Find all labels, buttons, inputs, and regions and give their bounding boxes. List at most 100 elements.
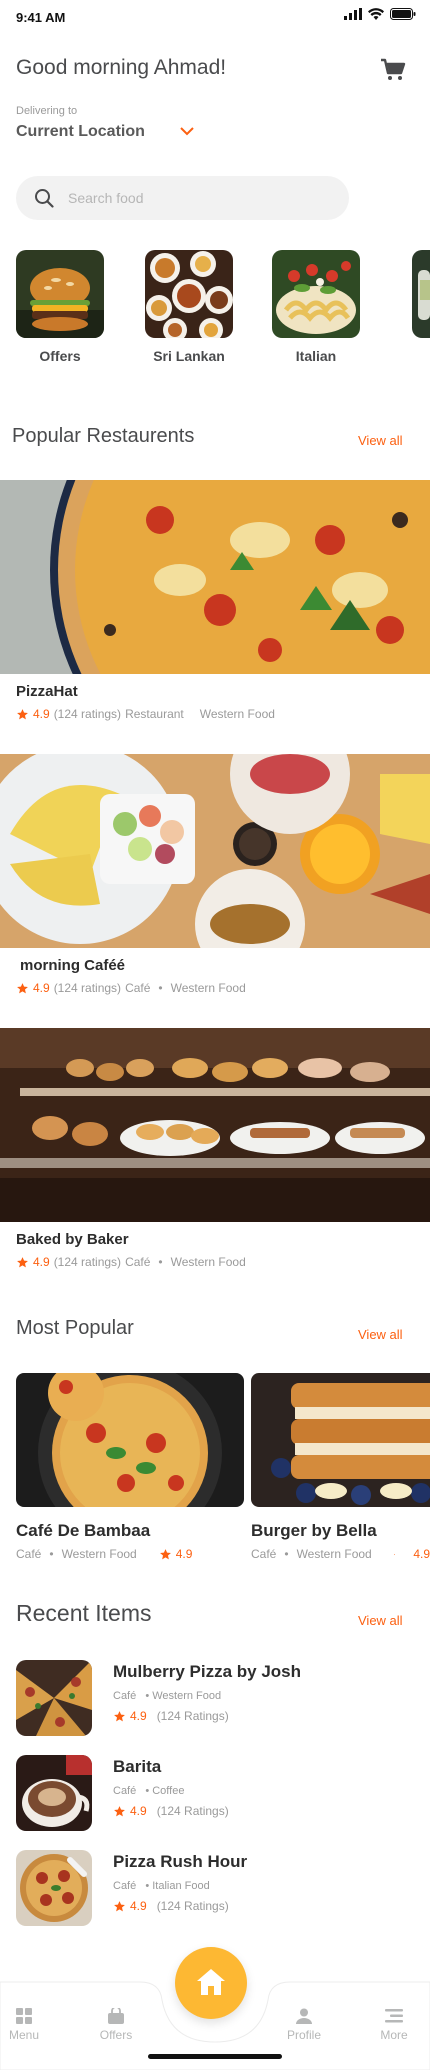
restaurant-name[interactable]: Baked by Baker <box>16 1231 129 1248</box>
recent-item[interactable]: Barita Café • Coffee 4.9 (124 Ratings) <box>16 1755 416 1833</box>
recent-item-subtitle: Café • Italian Food <box>113 1880 210 1892</box>
mulberry-pizza-image <box>16 1660 92 1736</box>
rating-value: 4.9 <box>413 1547 430 1561</box>
recent-items-view-all[interactable]: View all <box>358 1613 403 1628</box>
recent-item-name: Mulberry Pizza by Josh <box>113 1662 301 1681</box>
ratings-count: (124 Ratings) <box>156 1804 229 1818</box>
place-cuisine: • Italian Food <box>145 1880 210 1892</box>
restaurant-cuisine: Western Food <box>170 981 246 995</box>
pizzahat-image[interactable] <box>0 480 430 674</box>
most-popular-meta: Café • Western Food 4.9 <box>16 1547 244 1561</box>
burger-by-bella-image <box>251 1373 430 1507</box>
italian-food-image <box>272 250 360 338</box>
battery-icon <box>390 8 416 20</box>
category-offers[interactable]: Offers <box>16 250 104 364</box>
cart-icon[interactable] <box>380 58 406 82</box>
rating-value: 4.9 <box>33 981 50 995</box>
recent-item-name: Barita <box>113 1757 162 1776</box>
category-italian[interactable]: Italian <box>272 250 360 364</box>
most-popular-name: Burger by Bella <box>251 1521 377 1540</box>
recent-item[interactable]: Mulberry Pizza by Josh Café • Western Fo… <box>16 1660 416 1738</box>
wifi-icon <box>368 8 384 20</box>
recent-item-rating: 4.9 (124 Ratings) <box>113 1709 229 1723</box>
star-icon <box>394 1548 396 1561</box>
most-popular-meta: Café • Western Food 4.9 <box>251 1547 430 1561</box>
greeting-title: Good morning Ahmad! <box>16 56 227 79</box>
barita-image <box>16 1755 92 1831</box>
restaurant-name[interactable]: PizzaHat <box>16 683 78 700</box>
star-icon <box>113 1710 126 1723</box>
tab-label: Offers <box>99 2028 133 2042</box>
category-next-partial[interactable] <box>412 250 430 338</box>
recent-item-rating: 4.9 (124 Ratings) <box>113 1899 229 1913</box>
cafe-de-bambaa-image <box>16 1373 244 1507</box>
recent-item-subtitle: Café • Western Food <box>113 1690 221 1702</box>
meta-separator: • <box>284 1547 289 1561</box>
meta-separator: • <box>49 1547 54 1561</box>
recent-item-rating: 4.9 (124 Ratings) <box>113 1804 229 1818</box>
popular-restaurants-view-all[interactable]: View all <box>358 433 403 448</box>
status-time: 9:41 AM <box>16 10 66 25</box>
star-icon <box>159 1548 172 1561</box>
most-popular-card[interactable]: Burger by Bella Café • Western Food 4.9 <box>251 1373 430 1561</box>
menu-grid-icon <box>16 2008 32 2024</box>
chevron-down-icon[interactable] <box>180 126 194 136</box>
place-cuisine: Western Food <box>296 1547 372 1561</box>
rating-value: 4.9 <box>175 1547 193 1561</box>
most-popular-title: Most Popular <box>16 1317 134 1339</box>
category-label: Sri Lankan <box>153 348 225 364</box>
place-cuisine: • Coffee <box>145 1785 185 1797</box>
morning-cafe-image[interactable] <box>0 754 430 948</box>
category-label: Italian <box>295 348 337 364</box>
star-icon <box>113 1900 126 1913</box>
restaurant-type: Restaurant <box>125 707 184 721</box>
category-sri-lankan[interactable]: Sri Lankan <box>145 250 233 364</box>
most-popular-card[interactable]: Café De Bambaa Café • Western Food 4.9 <box>16 1373 244 1561</box>
ratings-count: (124 Ratings) <box>156 1709 229 1723</box>
restaurant-type: Café <box>125 981 151 995</box>
star-icon <box>16 708 29 721</box>
meta-separator: • <box>158 981 163 995</box>
tab-profile[interactable]: Profile <box>274 2008 334 2042</box>
tab-offers[interactable]: Offers <box>86 2008 146 2042</box>
place-type: Café <box>251 1547 277 1561</box>
restaurant-cuisine: Western Food <box>170 1255 246 1269</box>
recent-item[interactable]: Pizza Rush Hour Café • Italian Food 4.9 … <box>16 1850 416 1928</box>
ratings-count: (124 ratings) <box>53 1255 122 1269</box>
delivering-label: Delivering to <box>16 105 78 117</box>
star-icon <box>16 1256 29 1269</box>
rating-value: 4.9 <box>130 1804 147 1818</box>
most-popular-view-all[interactable]: View all <box>358 1327 403 1342</box>
restaurant-name[interactable]: morning Caféé <box>20 957 125 974</box>
status-bar: 9:41 AM <box>0 0 430 36</box>
more-list-icon <box>385 2009 403 2023</box>
home-button[interactable] <box>175 1947 247 2019</box>
meta-separator: • <box>158 1255 163 1269</box>
restaurant-meta: 4.9 (124 ratings) Café • Western Food <box>16 981 246 995</box>
home-indicator <box>148 2054 282 2059</box>
place-type: Café <box>16 1547 42 1561</box>
tab-menu[interactable]: Menu <box>0 2008 54 2042</box>
sri-lankan-food-image <box>145 250 233 338</box>
tab-label: More <box>380 2028 408 2042</box>
search-icon <box>35 189 54 208</box>
tab-label: Menu <box>8 2028 40 2042</box>
restaurant-meta: 4.9 (124 ratings) Restaurant Western Foo… <box>16 707 275 721</box>
home-icon <box>197 1969 225 1995</box>
place-cuisine: • Western Food <box>145 1690 222 1702</box>
recent-item-subtitle: Café • Coffee <box>113 1785 184 1797</box>
location-selector[interactable]: Current Location <box>16 123 145 141</box>
search-bar[interactable] <box>16 176 349 220</box>
search-input[interactable] <box>68 176 328 220</box>
tab-more[interactable]: More <box>364 2008 424 2042</box>
tab-label: Profile <box>286 2028 321 2042</box>
star-icon <box>113 1805 126 1818</box>
status-icons <box>344 8 416 20</box>
most-popular-name: Café De Bambaa <box>16 1521 151 1540</box>
category-label: Offers <box>39 348 81 364</box>
pizza-rush-hour-image <box>16 1850 92 1926</box>
ratings-count: (124 Ratings) <box>156 1899 229 1913</box>
popular-restaurants-title: Popular Restaurents <box>12 425 195 447</box>
recent-items-title: Recent Items <box>16 1600 152 1626</box>
baked-by-baker-image[interactable] <box>0 1028 430 1222</box>
